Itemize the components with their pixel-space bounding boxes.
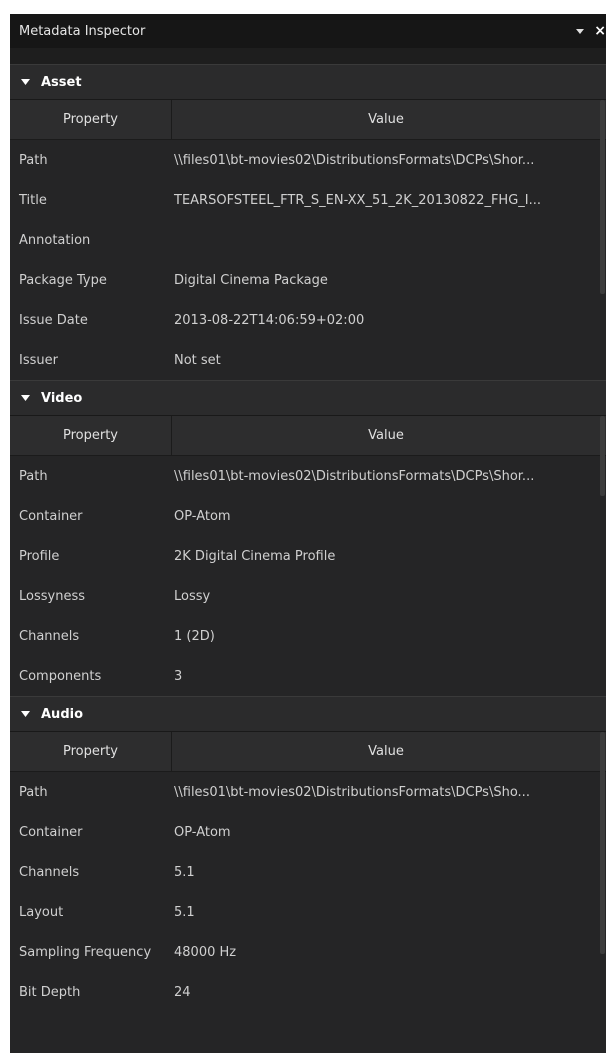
table-row[interactable]: Lossyness Lossy (10, 576, 606, 616)
caret-down-icon (21, 77, 35, 87)
row-value: 2013-08-22T14:06:59+02:00 (174, 312, 365, 328)
section-header-video[interactable]: Video (10, 380, 606, 416)
asset-scrollbar[interactable] (600, 100, 605, 294)
row-property: Layout (19, 904, 64, 920)
table-row[interactable]: Package Type Digital Cinema Package (10, 260, 606, 300)
value-column-header[interactable]: Value (172, 416, 600, 455)
row-property: Container (19, 824, 83, 840)
row-value: 24 (174, 984, 191, 1000)
table-row[interactable]: Channels 1 (2D) (10, 616, 606, 656)
metadata-inspector-panel: Metadata Inspector × Asset Property Valu… (10, 14, 606, 1053)
section-header-audio[interactable]: Audio (10, 696, 606, 732)
section-title: Audio (41, 706, 84, 722)
row-property: Issuer (19, 352, 58, 368)
row-property: Components (19, 668, 102, 684)
row-value: \\files01\bt-movies02\DistributionsForma… (174, 468, 535, 484)
section-title: Asset (41, 74, 82, 90)
panel-title: Metadata Inspector (19, 23, 146, 39)
value-column-header[interactable]: Value (172, 732, 600, 771)
row-value: OP-Atom (174, 508, 231, 524)
row-property: Path (19, 152, 48, 168)
video-scrollbar[interactable] (600, 416, 605, 496)
row-value: 2K Digital Cinema Profile (174, 548, 336, 564)
row-value: OP-Atom (174, 824, 231, 840)
audio-scrollbar[interactable] (600, 732, 605, 954)
row-value: 5.1 (174, 904, 195, 920)
table-row[interactable]: Issue Date 2013-08-22T14:06:59+02:00 (10, 300, 606, 340)
value-column-header[interactable]: Value (172, 100, 600, 139)
table-header: Property Value (10, 100, 606, 140)
table-row[interactable]: Container OP-Atom (10, 812, 606, 852)
row-value: Digital Cinema Package (174, 272, 328, 288)
row-value: Not set (174, 352, 221, 368)
property-column-header[interactable]: Property (10, 732, 172, 771)
panel-menu-button[interactable] (570, 21, 590, 41)
table-row[interactable]: Sampling Frequency 48000 Hz (10, 932, 606, 972)
property-column-header[interactable]: Property (10, 100, 172, 139)
caret-down-icon (21, 709, 35, 719)
row-property: Title (19, 192, 47, 208)
row-property: Sampling Frequency (19, 944, 152, 960)
table-row[interactable]: Layout 5.1 (10, 892, 606, 932)
table-row[interactable]: Profile 2K Digital Cinema Profile (10, 536, 606, 576)
table-row[interactable]: Container OP-Atom (10, 496, 606, 536)
row-property: Path (19, 468, 48, 484)
table-header: Property Value (10, 732, 606, 772)
row-property: Bit Depth (19, 984, 81, 1000)
row-property: Channels (19, 628, 80, 644)
panel-spacer (10, 48, 606, 64)
panel-titlebar: Metadata Inspector × (10, 14, 606, 48)
row-property: Issue Date (19, 312, 88, 328)
row-property: Package Type (19, 272, 107, 288)
table-header: Property Value (10, 416, 606, 456)
row-value: 1 (2D) (174, 628, 215, 644)
row-value: \\files01\bt-movies02\DistributionsForma… (174, 152, 535, 168)
table-row[interactable]: Path \\files01\bt-movies02\DistributionsF… (10, 772, 606, 812)
row-value: 3 (174, 668, 183, 684)
chevron-down-icon (576, 28, 584, 34)
close-icon[interactable]: × (590, 21, 606, 41)
section-header-asset[interactable]: Asset (10, 64, 606, 100)
table-row[interactable]: Bit Depth 24 (10, 972, 606, 1012)
row-value: Lossy (174, 588, 211, 604)
table-row[interactable]: Title TEARSOFSTEEL_FTR_S_EN-XX_51_2K_2013… (10, 180, 606, 220)
row-value: 48000 Hz (174, 944, 237, 960)
table-row[interactable]: Components 3 (10, 656, 606, 696)
row-property: Profile (19, 548, 60, 564)
asset-table: Property Value Path \\files01\bt-movies02… (10, 100, 606, 380)
row-value: TEARSOFSTEEL_FTR_S_EN-XX_51_2K_20130822_… (174, 192, 542, 208)
row-property: Annotation (19, 232, 91, 248)
table-row[interactable]: Channels 5.1 (10, 852, 606, 892)
section-title: Video (41, 390, 83, 406)
row-property: Container (19, 508, 83, 524)
row-value: 5.1 (174, 864, 195, 880)
video-table: Property Value Path \\files01\bt-movies02… (10, 416, 606, 696)
table-row[interactable]: Issuer Not set (10, 340, 606, 380)
row-property: Channels (19, 864, 80, 880)
table-row[interactable]: Annotation (10, 220, 606, 260)
caret-down-icon (21, 393, 35, 403)
table-row[interactable]: Path \\files01\bt-movies02\DistributionsF… (10, 140, 606, 180)
property-column-header[interactable]: Property (10, 416, 172, 455)
row-property: Lossyness (19, 588, 85, 604)
audio-table: Property Value Path \\files01\bt-movies02… (10, 732, 606, 1012)
row-property: Path (19, 784, 48, 800)
row-value: \\files01\bt-movies02\DistributionsForma… (174, 784, 530, 800)
table-row[interactable]: Path \\files01\bt-movies02\DistributionsF… (10, 456, 606, 496)
